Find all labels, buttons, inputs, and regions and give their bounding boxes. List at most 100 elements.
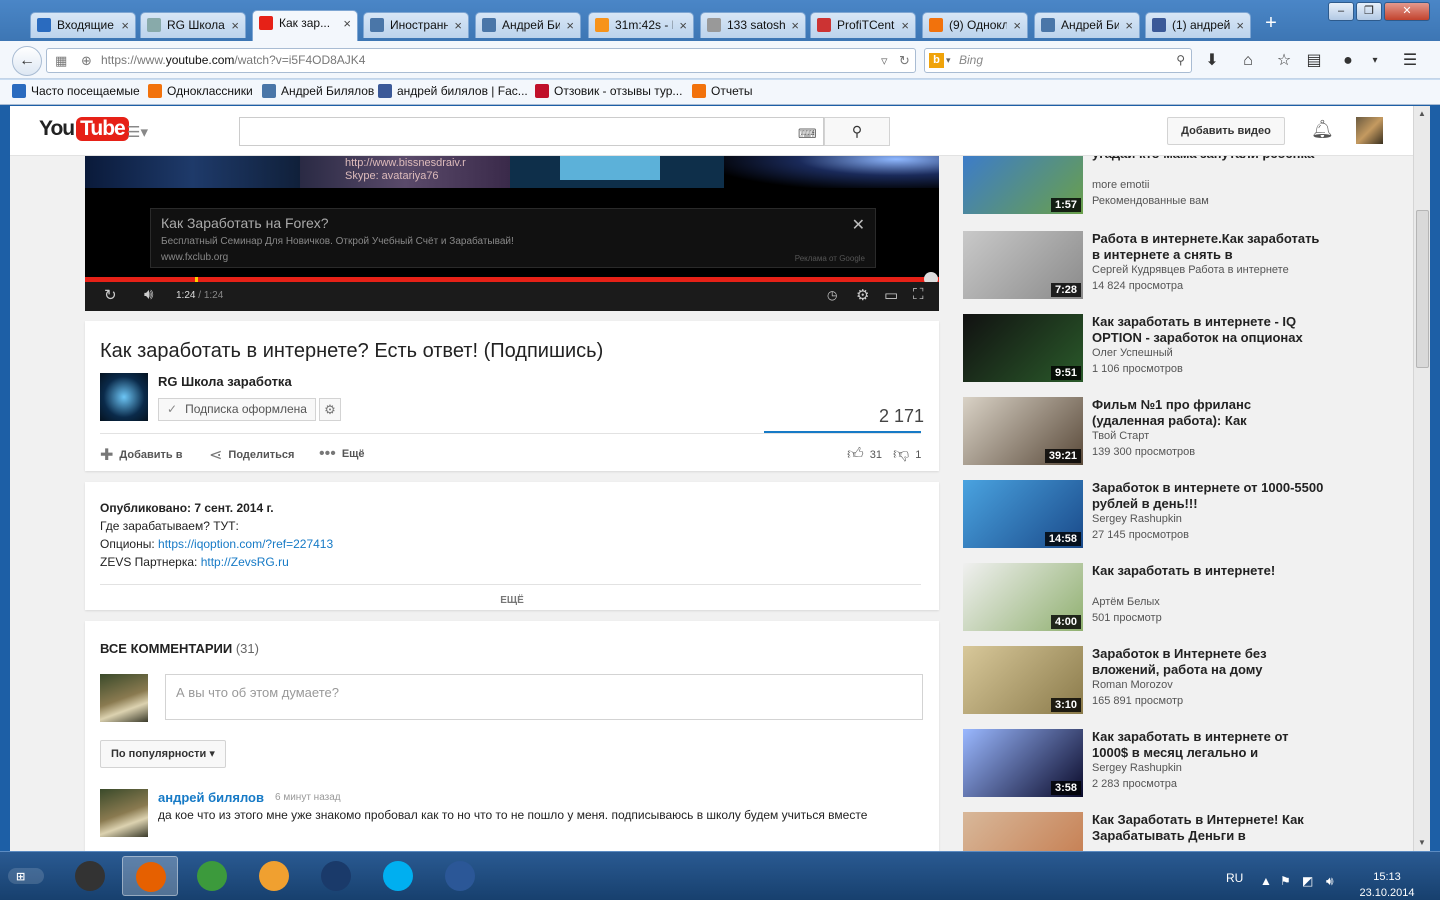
scroll-up-icon[interactable]: ▲ xyxy=(1414,106,1430,122)
video-thumbnail[interactable]: 14:58 xyxy=(963,480,1083,548)
related-video-title[interactable]: Как Заработать в Интернете! Как Зарабаты… xyxy=(1092,812,1324,844)
end-thumb-1[interactable] xyxy=(85,156,300,188)
bookmark-item[interactable]: Андрей Билялов xyxy=(262,84,374,98)
ad-close-icon[interactable]: ✕ xyxy=(852,215,865,235)
comment-input[interactable]: А вы что об этом думаете? xyxy=(165,674,923,720)
tray-arrow-icon[interactable]: ▲ xyxy=(1260,874,1272,888)
browser-tab[interactable]: Андрей Би... × xyxy=(1034,12,1140,38)
end-thumb-4[interactable] xyxy=(724,156,939,188)
video-thumbnail[interactable]: 39:21 xyxy=(963,397,1083,465)
video-thumbnail[interactable]: 1:57 xyxy=(963,156,1083,214)
bookmark-item[interactable]: Отзовик - отзывы тур... xyxy=(535,84,682,98)
bookmark-item[interactable]: Отчеты xyxy=(692,84,752,98)
show-more-button[interactable]: ЕЩЁ xyxy=(85,592,939,610)
video-thumbnail[interactable]: 3:58 xyxy=(963,729,1083,797)
add-to-button[interactable]: ✚ Добавить в xyxy=(100,445,183,465)
related-video-channel[interactable]: Sergey Rashupkin xyxy=(1092,762,1182,774)
video-thumbnail[interactable]: 9:51 xyxy=(963,314,1083,382)
subscription-settings-icon[interactable]: ⚙ xyxy=(319,398,341,421)
fullscreen-icon[interactable]: ⛶ xyxy=(913,286,924,303)
related-video-channel[interactable]: Олег Успешный xyxy=(1092,347,1173,359)
related-video-channel[interactable]: more emotii xyxy=(1092,179,1149,191)
taskbar-app-media[interactable] xyxy=(308,856,364,896)
related-video[interactable]: 3:10 Заработок в Интернете без вложений, … xyxy=(963,646,1343,716)
maximize-button[interactable]: ❐ xyxy=(1356,2,1382,21)
channel-name[interactable]: RG Школа заработка xyxy=(158,374,292,389)
browser-tab[interactable]: (9) Однокл... × xyxy=(922,12,1028,38)
ad-overlay[interactable]: Как Заработать на Forex? Бесплатный Семи… xyxy=(150,208,876,268)
iqoption-link[interactable]: https://iqoption.com/?ref=227413 xyxy=(158,537,333,551)
browser-tab[interactable]: ProfiTCent... × xyxy=(810,12,916,38)
related-video-title[interactable]: Как заработать в интернете! xyxy=(1092,563,1324,579)
browser-tab[interactable]: Входящие ... × xyxy=(30,12,136,38)
bookmarks-list-icon[interactable]: ▤ xyxy=(1303,50,1325,72)
network-icon[interactable]: ◩ xyxy=(1302,874,1313,888)
bookmark-item[interactable]: Одноклассники xyxy=(148,84,253,98)
user-avatar[interactable] xyxy=(1356,117,1383,144)
reload-icon[interactable]: ↻ xyxy=(899,49,910,72)
replay-icon[interactable]: ↻ xyxy=(104,286,117,304)
related-video-title[interactable]: Заработок в Интернете без вложений, рабо… xyxy=(1092,646,1324,678)
sort-comments-dropdown[interactable]: По популярности ▾ xyxy=(100,740,226,768)
browser-tab[interactable]: RG Школа ... × xyxy=(140,12,246,38)
tab-close-icon[interactable]: × xyxy=(791,18,799,33)
volume-tray-icon[interactable]: 🔊︎ xyxy=(1326,874,1334,889)
end-thumb-3[interactable] xyxy=(510,156,724,188)
upload-button[interactable]: Добавить видео xyxy=(1167,117,1285,145)
language-indicator[interactable]: RU xyxy=(1226,871,1243,885)
back-button[interactable]: ← xyxy=(12,46,42,76)
browser-tab[interactable]: Как зар... × xyxy=(252,10,358,41)
start-button[interactable]: ⊞ xyxy=(2,856,56,896)
related-video[interactable]: 4:00 Как заработать в интернете! Артём Бел… xyxy=(963,563,1343,633)
flag-icon[interactable]: ⚑ xyxy=(1280,874,1291,888)
tab-close-icon[interactable]: × xyxy=(454,18,462,33)
related-video[interactable]: 3:58 Как заработать в интернете от 1000$ … xyxy=(963,729,1343,799)
dropdown-icon[interactable]: ▿ xyxy=(881,49,888,72)
share-button[interactable]: ⋖ Поделиться xyxy=(209,445,294,465)
related-video-title[interactable]: Работа в интернете.Как заработать в инте… xyxy=(1092,231,1324,263)
tab-close-icon[interactable]: × xyxy=(343,16,351,31)
subscribed-button[interactable]: ✓ Подписка оформлена xyxy=(158,398,316,421)
menu-icon[interactable]: ☰ xyxy=(1399,50,1421,72)
related-video[interactable]: Как Заработать в Интернете! Как Зарабаты… xyxy=(963,812,1343,851)
bookmark-star-icon[interactable]: ☆ xyxy=(1273,50,1295,72)
end-thumb-2[interactable]: http://www.bissnesdraiv.r Skype: avatariy… xyxy=(300,156,510,188)
channel-avatar[interactable] xyxy=(100,373,148,421)
related-video-channel[interactable]: Твой Старт xyxy=(1092,430,1149,442)
keyboard-icon[interactable]: ⌨ xyxy=(798,126,817,142)
taskbar-app-chrome[interactable] xyxy=(184,856,240,896)
taskbar-app-skype[interactable] xyxy=(370,856,426,896)
scrollbar-thumb[interactable] xyxy=(1416,210,1429,368)
taskbar-app-word[interactable] xyxy=(432,856,488,896)
related-video-channel[interactable]: Сергей Кудрявцев Работа в интернете xyxy=(1092,264,1289,276)
page-scrollbar[interactable]: ▲ ▼ xyxy=(1413,106,1430,851)
related-video[interactable]: 9:51 Как заработать в интернете - IQ OPTI… xyxy=(963,314,1343,384)
tab-close-icon[interactable]: × xyxy=(566,18,574,33)
related-video[interactable]: 7:28 Работа в интернете.Как заработать в … xyxy=(963,231,1343,301)
guide-menu-icon[interactable]: ☰▾ xyxy=(127,123,148,141)
tab-close-icon[interactable]: × xyxy=(1013,18,1021,33)
comment-author-avatar[interactable] xyxy=(100,789,148,837)
tab-close-icon[interactable]: × xyxy=(1125,18,1133,33)
comment-time[interactable]: 6 минут назад xyxy=(275,792,341,803)
taskbar-app-eye[interactable] xyxy=(246,856,302,896)
taskbar-app-explorer[interactable] xyxy=(62,856,118,896)
browser-tab[interactable]: Иностранн... × xyxy=(363,12,469,38)
tab-close-icon[interactable]: × xyxy=(901,18,909,33)
related-video-title[interactable]: Заработок в интернете от 1000-5500 рубле… xyxy=(1092,480,1324,512)
browser-tab[interactable]: 31m:42s - F... × xyxy=(588,12,694,38)
browser-tab[interactable]: 133 satoshi ... × xyxy=(700,12,806,38)
related-video[interactable]: 14:58 Заработок в интернете от 1000-5500 … xyxy=(963,480,1343,550)
related-video-title[interactable]: угадай кто мама запутали ребенка xyxy=(1092,156,1324,162)
like-button[interactable]: 👍︎ 31 xyxy=(847,445,882,464)
scroll-down-icon[interactable]: ▼ xyxy=(1414,835,1430,851)
download-icon[interactable]: ⬇ xyxy=(1201,50,1223,72)
related-video-channel[interactable]: Sergey Rashupkin xyxy=(1092,513,1182,525)
tab-close-icon[interactable]: × xyxy=(1236,18,1244,33)
related-video-channel[interactable]: Артём Белых xyxy=(1092,596,1160,608)
related-video-title[interactable]: Как заработать в интернете - IQ OPTION -… xyxy=(1092,314,1324,346)
close-window-button[interactable]: ✕ xyxy=(1384,2,1430,21)
youtube-search-button[interactable]: ⚲ xyxy=(824,117,890,146)
chevron-down-icon[interactable]: ▾ xyxy=(946,49,951,72)
watch-later-icon[interactable]: ◷ xyxy=(827,288,837,302)
